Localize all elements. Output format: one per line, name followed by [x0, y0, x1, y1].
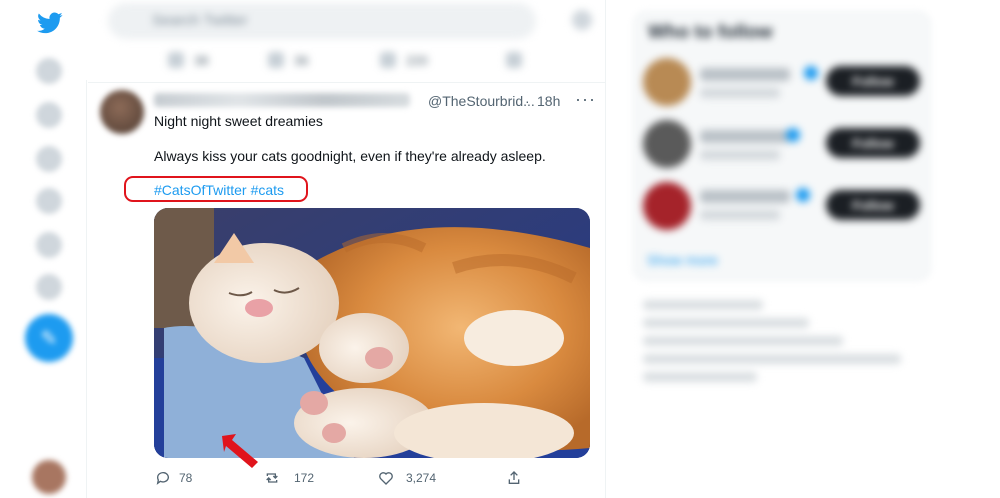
- tweet-author-handle[interactable]: @TheStourbrid...: [428, 93, 535, 109]
- search-placeholder: Search Twitter: [152, 12, 248, 29]
- twitter-logo-icon[interactable]: [37, 10, 63, 36]
- footer-link[interactable]: [643, 300, 763, 310]
- feather-icon: ✎: [40, 327, 58, 350]
- reply-count: 78: [179, 471, 193, 485]
- like-icon: [380, 52, 396, 68]
- retweet-count: 172: [294, 471, 315, 485]
- suggested-user-avatar[interactable]: [643, 182, 691, 230]
- notifications-icon[interactable]: [36, 146, 62, 172]
- tweet-author-avatar[interactable]: [100, 90, 144, 134]
- like-action[interactable]: 220: [380, 52, 428, 68]
- messages-icon[interactable]: [36, 188, 62, 214]
- share-action[interactable]: [506, 52, 522, 68]
- account-avatar[interactable]: [32, 460, 66, 494]
- reply-count: 38: [194, 52, 209, 68]
- retweet-icon: [268, 52, 284, 68]
- separator-dot: ·: [525, 93, 530, 109]
- retweet-count: 36: [294, 52, 309, 68]
- compose-tweet-button[interactable]: ✎: [25, 314, 73, 362]
- who-to-follow-title: Who to follow: [648, 22, 773, 43]
- reply-icon: [168, 52, 184, 68]
- footer-link[interactable]: [643, 372, 757, 382]
- tweet-photo[interactable]: [154, 208, 590, 458]
- more-options-icon[interactable]: ···: [575, 89, 596, 110]
- like-count: 220: [406, 52, 428, 68]
- share-icon: [508, 471, 520, 484]
- show-more-link[interactable]: Show more: [647, 252, 718, 268]
- footer-link[interactable]: [643, 354, 901, 364]
- heart-icon: [379, 472, 393, 485]
- red-arrow-annotation: [222, 434, 258, 468]
- suggested-user-avatar[interactable]: [643, 58, 691, 106]
- column-divider: [86, 80, 87, 498]
- suggested-user-name[interactable]: [700, 68, 790, 81]
- like-count: 3,274: [406, 471, 437, 485]
- footer-link[interactable]: [643, 336, 843, 346]
- bookmarks-icon[interactable]: [36, 232, 62, 258]
- reply-action[interactable]: 38: [168, 52, 208, 68]
- suggested-user-name[interactable]: [700, 190, 790, 203]
- verified-badge-icon: [804, 66, 818, 80]
- suggested-user-handle: [700, 210, 780, 220]
- footer-link[interactable]: [643, 318, 809, 328]
- hashtag-link[interactable]: #CatsOfTwitter: [154, 182, 247, 198]
- retweet-action[interactable]: 36: [268, 52, 308, 68]
- follow-button[interactable]: Follow: [826, 66, 920, 96]
- reply-button[interactable]: 78: [155, 470, 192, 486]
- suggested-user-avatar[interactable]: [643, 120, 691, 168]
- gear-icon[interactable]: [572, 10, 592, 30]
- profile-icon[interactable]: [36, 274, 62, 300]
- like-button[interactable]: 3,274: [378, 470, 436, 486]
- suggested-user-name[interactable]: [700, 130, 790, 143]
- tweet-hashtags: #CatsOfTwitter #cats: [154, 182, 284, 198]
- suggested-user-handle: [700, 150, 780, 160]
- tweet-text-line: Always kiss your cats goodnight, even if…: [154, 148, 546, 164]
- home-icon[interactable]: [36, 58, 62, 84]
- column-divider: [605, 0, 606, 498]
- sleeping-cat-image: [154, 208, 590, 458]
- suggested-user-handle: [700, 88, 780, 98]
- tweet-text-line: Night night sweet dreamies: [154, 113, 323, 129]
- share-icon: [506, 52, 522, 68]
- reply-icon: [156, 472, 169, 485]
- verified-badge-icon: [796, 188, 810, 202]
- follow-button[interactable]: Follow: [826, 128, 920, 158]
- follow-button[interactable]: Follow: [826, 190, 920, 220]
- explore-icon[interactable]: [36, 102, 62, 128]
- divider: [88, 82, 605, 83]
- tweet-author-name[interactable]: [154, 93, 410, 107]
- share-button[interactable]: [506, 470, 522, 486]
- left-nav: ✎: [0, 0, 100, 498]
- hashtag-link[interactable]: #cats: [251, 182, 284, 198]
- tweet-timestamp[interactable]: 18h: [537, 93, 560, 109]
- verified-badge-icon: [786, 128, 800, 142]
- retweet-button[interactable]: 172: [264, 470, 314, 486]
